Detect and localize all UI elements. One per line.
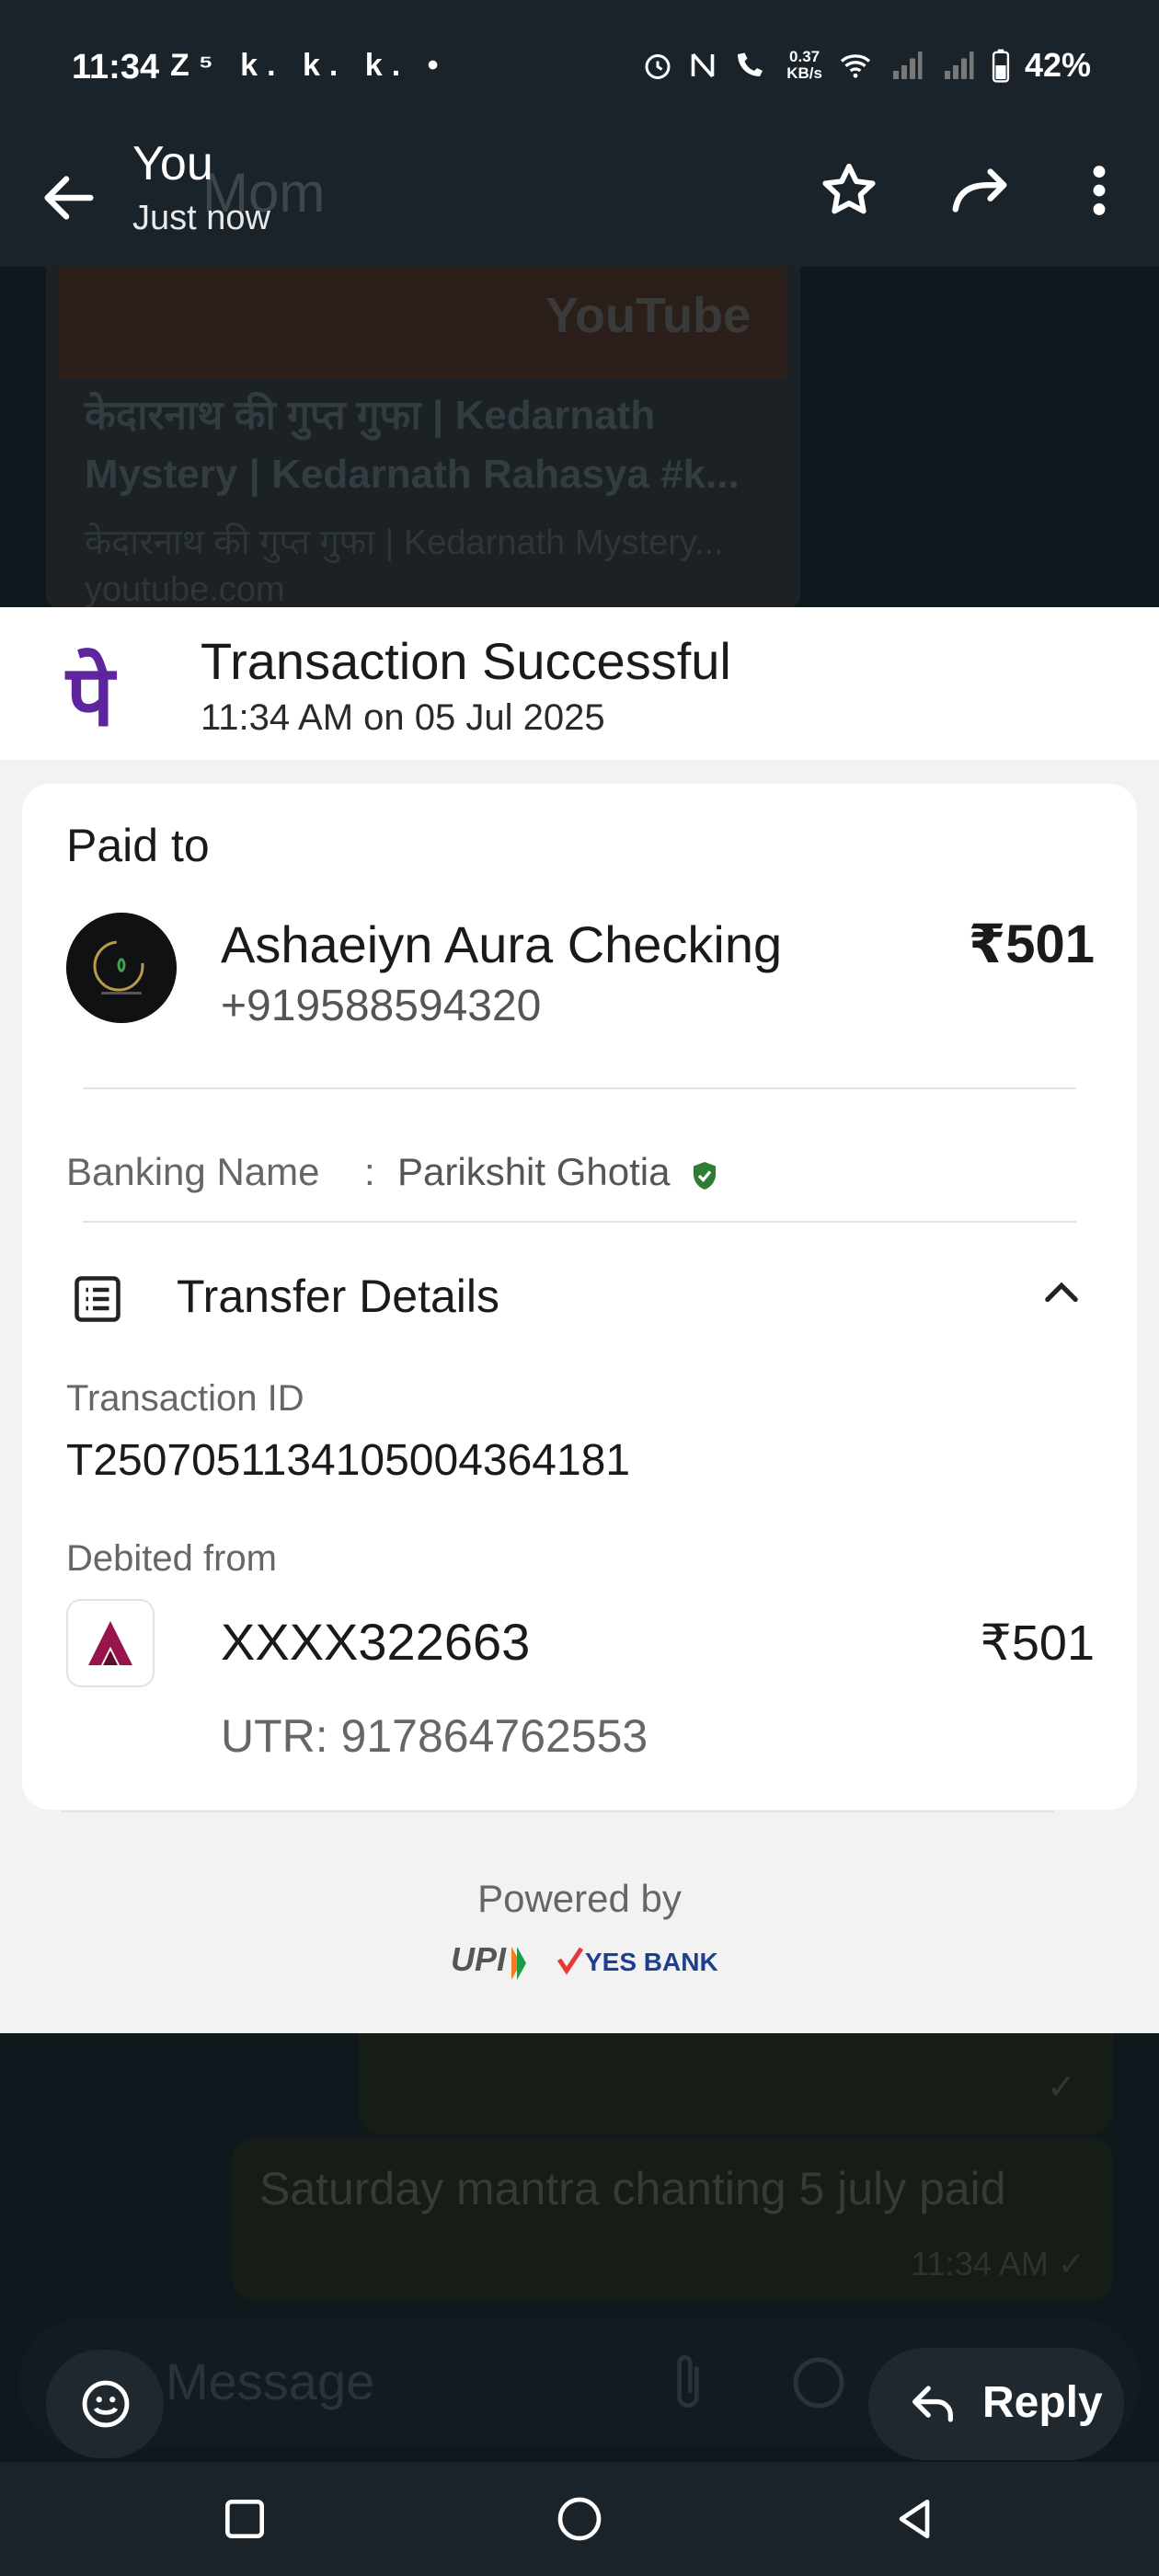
phonepe-logo: पे: [66, 647, 115, 745]
transaction-id-value: T2507051134105004364181: [66, 1436, 631, 1485]
message-bubble: Saturday mantra chanting 5 july paid 11:…: [232, 2138, 1113, 2300]
notification-icons: Z⁵ k. k. k. •: [170, 48, 448, 83]
upi-yes-bank-logos: UPI YES BANK: [451, 1939, 718, 1985]
video-thumbnail: YouTube: [59, 267, 787, 379]
reply-button[interactable]: Reply: [868, 2348, 1124, 2460]
video-site: youtube.com: [85, 570, 285, 607]
youtube-logo: YouTube: [545, 288, 751, 343]
status-right-icons: 0.37 KB/s 42%: [641, 46, 1091, 85]
transaction-status: Transaction Successful: [201, 632, 731, 690]
battery-percent: 42%: [1024, 46, 1091, 84]
banking-name-value: Parikshit Ghotia: [397, 1150, 671, 1193]
reply-icon: [912, 2386, 953, 2422]
signal-icon-1: [892, 52, 923, 79]
divider: [61, 1811, 1054, 1812]
message-text: Saturday mantra chanting 5 july paid: [259, 2163, 1006, 2214]
network-speed: 0.37 KB/s: [786, 48, 822, 82]
home-icon[interactable]: [554, 2493, 605, 2545]
chat-background-bottom: ✓ Saturday mantra chanting 5 july paid 1…: [0, 2033, 1159, 2318]
message-time: 11:34 AM ✓: [911, 2245, 1085, 2283]
rupee-icon: [793, 2357, 844, 2409]
more-options-icon[interactable]: [1067, 158, 1131, 223]
transaction-id-label: Transaction ID: [66, 1378, 304, 1419]
payee-phone: +919588594320: [221, 982, 542, 1030]
video-title: केदारनाथ की गुप्त गुफा | Kedarnath Myste…: [85, 393, 740, 497]
receipt-list-icon: [75, 1276, 120, 1322]
utr-number: UTR: 917864762553: [221, 1710, 648, 1762]
debit-amount: ₹501: [980, 1616, 1095, 1671]
yes-bank-logo: YES BANK: [585, 1948, 717, 1976]
payee-name: Ashaeiyn Aura Checking: [221, 915, 783, 973]
chevron-up-icon[interactable]: [1038, 1270, 1085, 1317]
debit-account-number: XXXX322663: [221, 1613, 531, 1671]
verified-shield-icon: [694, 1162, 716, 1190]
emoji-icon: [82, 2380, 130, 2428]
recents-icon[interactable]: [219, 2493, 270, 2545]
transaction-header: पे Transaction Successful 11:34 AM on 05…: [0, 607, 1159, 760]
message-bubble: ✓: [359, 2033, 1113, 2134]
sender-name: You: [132, 137, 213, 190]
youtube-link-preview: YouTube केदारनाथ की गुप्त गुफा | Kedarna…: [46, 267, 800, 607]
banking-name-colon: :: [364, 1150, 375, 1193]
divider: [83, 1221, 1076, 1223]
powered-by-label: Powered by: [477, 1877, 682, 1920]
reply-label: Reply: [982, 2378, 1103, 2427]
battery-icon: [992, 49, 1010, 83]
transaction-datetime: 11:34 AM on 05 Jul 2025: [201, 697, 605, 738]
back-triangle-icon[interactable]: [889, 2493, 940, 2545]
divider: [83, 1087, 1076, 1089]
paid-to-label: Paid to: [66, 820, 210, 871]
status-time: 11:34: [72, 48, 160, 86]
nfc-icon: [691, 52, 715, 78]
banking-name-label: Banking Name: [66, 1150, 320, 1193]
transfer-details-label[interactable]: Transfer Details: [177, 1270, 499, 1323]
attach-icon: [677, 2354, 699, 2408]
message-placeholder: Message: [166, 2352, 375, 2410]
wifi-icon: [840, 54, 871, 78]
transaction-sheet: पे Transaction Successful 11:34 AM on 05…: [0, 607, 1159, 2033]
sent-time: Just now: [132, 199, 270, 237]
read-tick-icon: ✓: [1047, 2068, 1076, 2107]
wifi-call-icon: [738, 52, 763, 76]
signal-icon-2: [944, 52, 974, 79]
status-bar: 11:34 Z⁵ k. k. k. • 0.37 KB/s 42%: [0, 0, 1159, 138]
star-icon[interactable]: [817, 158, 881, 223]
upi-logo: UPI: [451, 1940, 507, 1978]
forward-icon[interactable]: [947, 158, 1012, 223]
transaction-card: Paid to Ashaeiyn Aura Checking +91958859…: [22, 784, 1137, 1810]
chat-background-top: YouTube केदारनाथ की गुप्त गुफा | Kedarna…: [0, 267, 1159, 607]
video-description: केदारनाथ की गुप्त गुफा | Kedarnath Myste…: [85, 523, 724, 562]
axis-bank-logo: [66, 1599, 155, 1687]
payment-amount: ₹501: [968, 914, 1095, 974]
emoji-button[interactable]: [46, 2350, 164, 2458]
alarm-icon: [645, 54, 671, 79]
debited-from-label: Debited from: [66, 1538, 277, 1579]
back-arrow-icon[interactable]: [37, 166, 101, 230]
payee-avatar: [66, 913, 177, 1023]
